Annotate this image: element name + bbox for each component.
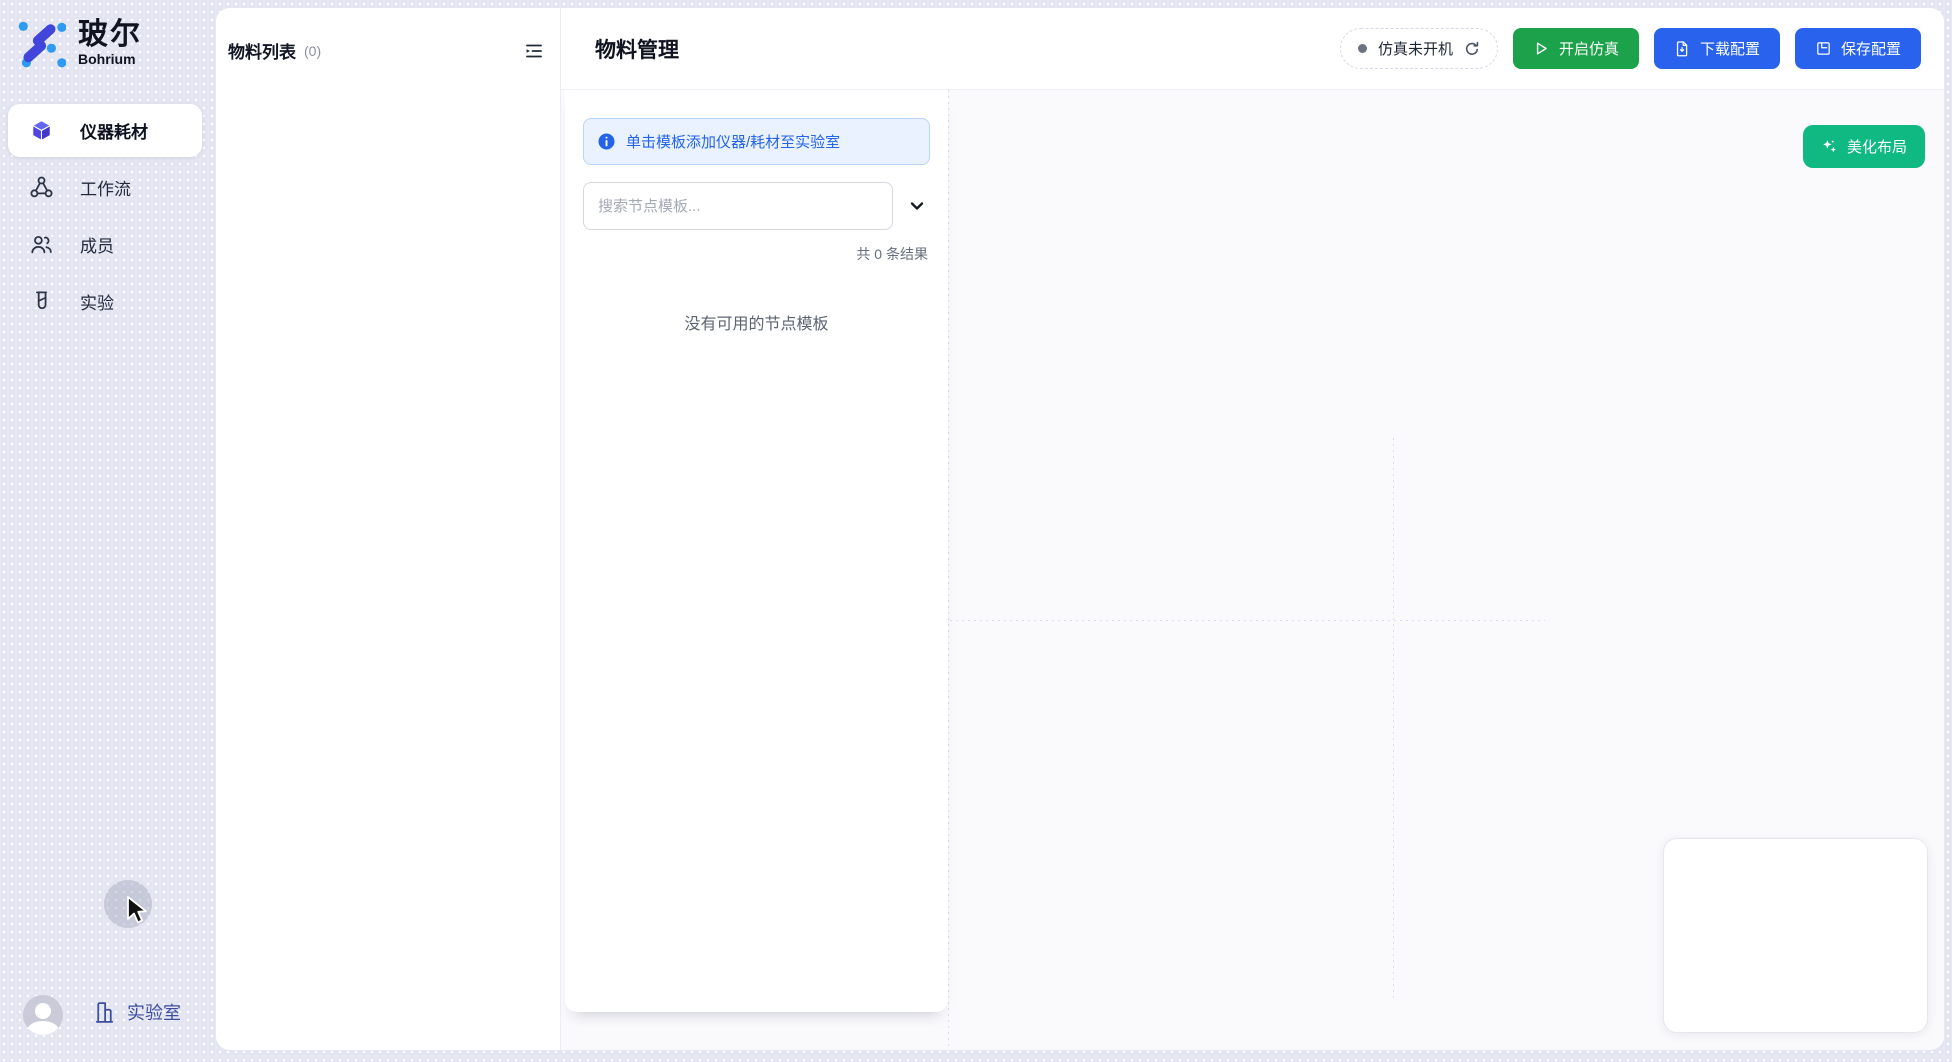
simulation-status-text: 仿真未开机 (1378, 38, 1453, 59)
beautify-layout-button[interactable]: 美化布局 (1803, 125, 1925, 168)
save-icon (1815, 40, 1832, 57)
material-list-title: 物料列表 (228, 38, 296, 63)
download-config-label: 下载配置 (1700, 38, 1760, 59)
test-tube-icon (28, 289, 54, 315)
flow-canvas[interactable]: 单击模板添加仪器/耗材至实验室 共 0 条结果 没有可用的节点模板 (561, 90, 1944, 1050)
building-icon (92, 1000, 117, 1025)
info-icon (598, 133, 615, 150)
brand-logo: 玻尔 Bohrium (16, 18, 142, 68)
sidebar-item-instruments[interactable]: 仪器耗材 (8, 104, 202, 157)
page-title: 物料管理 (595, 34, 679, 64)
collapse-panel-button[interactable] (522, 39, 546, 63)
canvas-guide-line (950, 620, 1545, 621)
sidebar-item-label: 成员 (80, 232, 114, 257)
avatar-body (27, 1021, 59, 1035)
node-template-panel: 单击模板添加仪器/耗材至实验室 共 0 条结果 没有可用的节点模板 (565, 90, 948, 1012)
workflow-icon (28, 175, 54, 201)
brand-name: 玻尔 Bohrium (78, 19, 142, 67)
result-count: 共 0 条结果 (565, 244, 928, 264)
canvas-guide-line (948, 90, 949, 1050)
beautify-layout-label: 美化布局 (1847, 136, 1907, 157)
sidebar: 玻尔 Bohrium 仪器耗材 (0, 0, 216, 1062)
material-list-header: 物料列表 (0) (216, 8, 560, 63)
canvas-guide-line (1393, 438, 1394, 998)
simulation-status-pill: 仿真未开机 (1340, 28, 1498, 69)
sparkles-icon (1821, 138, 1838, 155)
lab-label: 实验室 (127, 999, 181, 1025)
lab-row: 实验室 (0, 994, 216, 1036)
status-dot-icon (1358, 44, 1367, 53)
user-avatar[interactable] (23, 995, 63, 1035)
expand-filter-button[interactable] (904, 193, 930, 219)
cube-icon (28, 118, 54, 144)
mouse-cursor (126, 895, 152, 929)
start-simulation-button[interactable]: 开启仿真 (1513, 28, 1639, 69)
sidebar-item-label: 工作流 (80, 175, 131, 200)
sidebar-item-experiments[interactable]: 实验 (8, 275, 202, 328)
sidebar-item-label: 仪器耗材 (80, 118, 148, 143)
sidebar-item-members[interactable]: 成员 (8, 218, 202, 271)
app-root: 玻尔 Bohrium 仪器耗材 (0, 0, 1952, 1062)
empty-templates-text: 没有可用的节点模板 (565, 310, 948, 334)
sidebar-item-label: 实验 (80, 289, 114, 314)
play-icon (1533, 40, 1550, 57)
info-banner-text: 单击模板添加仪器/耗材至实验室 (626, 131, 840, 152)
download-config-button[interactable]: 下载配置 (1654, 28, 1780, 69)
main-header: 物料管理 仿真未开机 开启仿真 (561, 8, 1944, 90)
save-config-button[interactable]: 保存配置 (1795, 28, 1921, 69)
refresh-icon[interactable] (1464, 41, 1480, 57)
template-search-row (583, 182, 930, 230)
sidebar-nav: 仪器耗材 工作流 (8, 104, 202, 332)
bohrium-logo-icon (16, 18, 66, 68)
info-banner: 单击模板添加仪器/耗材至实验室 (583, 118, 930, 165)
sidebar-item-workflow[interactable]: 工作流 (8, 161, 202, 214)
header-actions: 仿真未开机 开启仿真 (1340, 28, 1921, 69)
save-config-label: 保存配置 (1841, 38, 1901, 59)
lab-link[interactable]: 实验室 (92, 999, 181, 1025)
file-download-icon (1674, 40, 1691, 57)
material-list-panel: 物料列表 (0) (216, 8, 561, 1050)
menu-fold-icon (524, 41, 544, 61)
chevron-down-icon (908, 197, 926, 215)
template-search-input[interactable] (583, 182, 893, 230)
avatar-head (35, 1003, 51, 1019)
content-card: 物料列表 (0) 物料管理 仿真未 (216, 8, 1944, 1050)
members-icon (28, 232, 54, 258)
material-list-count: (0) (304, 43, 321, 59)
minimap-panel[interactable] (1663, 838, 1928, 1033)
brand-name-en: Bohrium (78, 51, 142, 67)
brand-name-zh: 玻尔 (78, 19, 142, 51)
main-area: 物料管理 仿真未开机 开启仿真 (561, 8, 1944, 1050)
start-simulation-label: 开启仿真 (1559, 38, 1619, 59)
